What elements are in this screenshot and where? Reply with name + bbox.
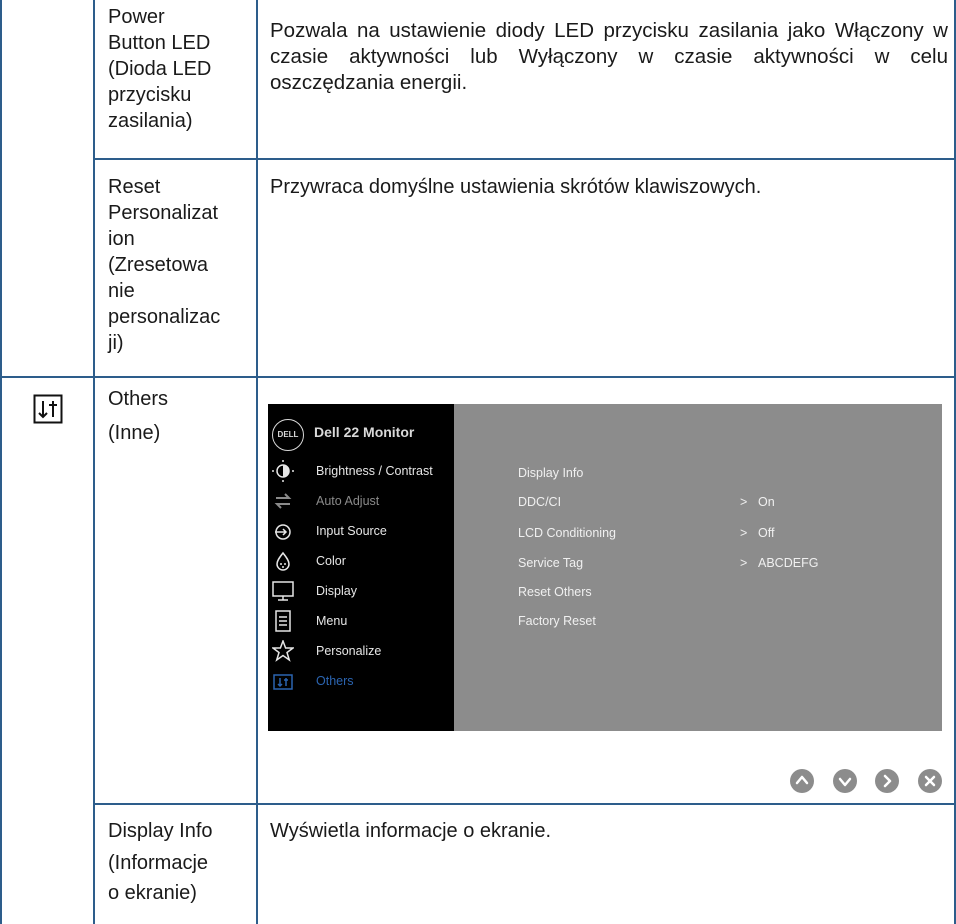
osd-menu-label: Personalize [316, 644, 382, 658]
osd-menu-label: Menu [316, 614, 348, 628]
osd-menu-label: Others [316, 674, 354, 688]
osd-menu-color[interactable]: Color [268, 547, 454, 577]
item-line: Personalizat [108, 202, 219, 224]
next-button[interactable] [874, 768, 900, 794]
row-item-power-button-led: Power Button LED (Dioda LED przycisku za… [108, 4, 250, 134]
osd-menu-input-source[interactable]: Input Source [268, 517, 454, 547]
osd-menu-panel: DELL Dell 22 Monitor Brightness / Contra… [268, 404, 454, 731]
table-border-left [0, 0, 2, 924]
display-icon [272, 581, 294, 601]
osd-menu-label: Color [316, 554, 346, 568]
osd-value-text: On [758, 495, 775, 509]
row-divider-1 [93, 158, 956, 160]
dell-logo: DELL [272, 419, 304, 451]
auto-adjust-icon [274, 493, 292, 509]
osd-submenu-service-tag[interactable]: Service Tag [518, 556, 583, 570]
osd-menu-auto-adjust[interactable]: Auto Adjust [268, 487, 454, 517]
row-divider-2 [0, 376, 956, 378]
osd-menu-label: Auto Adjust [316, 494, 380, 508]
item-line: Button LED [108, 32, 211, 54]
row-item-others: Others (Inne) [108, 386, 250, 446]
item-subtitle: (Inne) [108, 422, 161, 444]
osd-value-text: Off [758, 526, 775, 540]
osd-submenu-lcd-conditioning[interactable]: LCD Conditioning [518, 526, 616, 540]
item-line: nie [108, 280, 135, 302]
osd-submenu-display-info[interactable]: Display Info [518, 466, 583, 480]
osd-submenu-reset-others[interactable]: Reset Others [518, 585, 592, 599]
osd-menu-brightness[interactable]: Brightness / Contrast [268, 457, 454, 487]
chevron-right-icon: > [740, 526, 748, 540]
others-icon [33, 394, 63, 424]
item-line: ion [108, 228, 135, 250]
item-line: (Zresetowa [108, 254, 209, 276]
down-button[interactable] [832, 768, 858, 794]
color-icon [276, 551, 290, 571]
row-item-reset-personalization: Reset Personalizat ion (Zresetowa nie pe… [108, 174, 250, 356]
item-line: przycisku [108, 84, 192, 106]
osd-menu-label: Input Source [316, 524, 387, 538]
input-source-icon [275, 524, 291, 540]
chevron-right-icon: > [740, 556, 748, 570]
osd-submenu-ddc-ci[interactable]: DDC/CI [518, 495, 561, 509]
osd-value-ddc-ci: > On [740, 495, 775, 509]
item-line: (Dioda LED [108, 58, 212, 80]
osd-menu-others[interactable]: Others [268, 667, 454, 697]
row-description-display-info: Wyświetla informacje o ekranie. [270, 820, 552, 842]
row-divider-3 [93, 803, 956, 805]
exit-button[interactable] [917, 768, 943, 794]
osd-screenshot: DELL Dell 22 Monitor Brightness / Contra… [268, 404, 942, 731]
osd-value-text: ABCDEFG [758, 556, 819, 570]
menu-icon [275, 610, 291, 632]
osd-submenu-factory-reset[interactable]: Factory Reset [518, 614, 596, 628]
table-border-col2 [256, 0, 258, 924]
row-description-reset-personalization: Przywraca domyślne ustawienia skrótów kl… [270, 176, 762, 198]
row-description-power-button-led: Pozwala na ustawienie diody LED przycisk… [270, 19, 948, 94]
osd-menu-label: Display [316, 584, 357, 598]
osd-title: Dell 22 Monitor [314, 424, 415, 440]
item-line: zasilania) [108, 110, 193, 132]
item-title: Display Info [108, 820, 213, 842]
item-title: Others [108, 388, 169, 410]
item-line: ji) [108, 332, 124, 354]
others-icon [273, 674, 293, 690]
osd-menu-personalize[interactable]: Personalize [268, 637, 454, 667]
osd-menu-label: Brightness / Contrast [316, 464, 433, 478]
osd-menu-menu[interactable]: Menu [268, 607, 454, 637]
brightness-icon [272, 460, 294, 482]
item-line: Reset [108, 176, 161, 198]
personalize-icon [272, 640, 294, 662]
item-line: personalizac [108, 306, 221, 328]
item-line: (Informacje [108, 852, 209, 874]
item-line: Power [108, 6, 165, 28]
osd-value-lcd-conditioning: > Off [740, 526, 774, 540]
up-button[interactable] [789, 768, 815, 794]
osd-menu-display[interactable]: Display [268, 577, 454, 607]
osd-value-service-tag: > ABCDEFG [740, 556, 818, 570]
item-line: o ekranie) [108, 882, 197, 904]
table-border-col1 [93, 0, 95, 924]
row-item-display-info: Display Info (Informacje o ekranie) [108, 818, 250, 906]
chevron-right-icon: > [740, 495, 748, 509]
